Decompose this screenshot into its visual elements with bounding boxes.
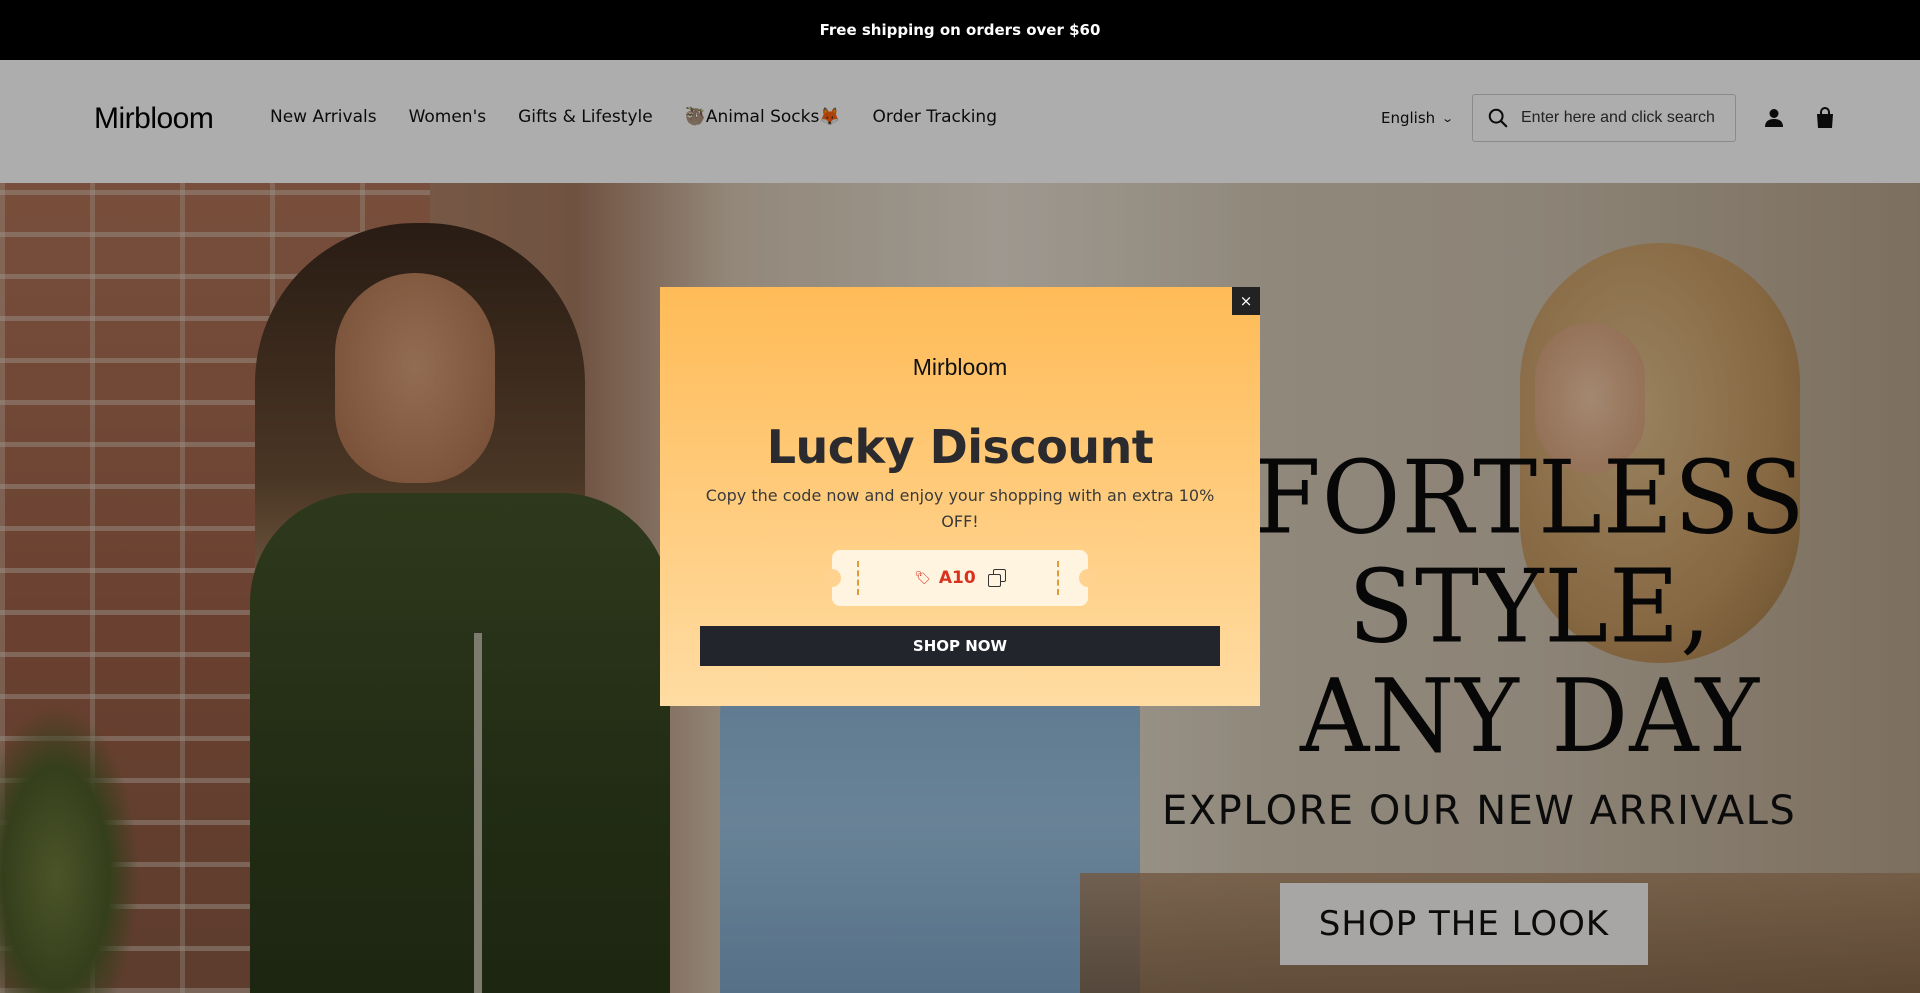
popup-logo: Mirbloom — [912, 354, 1008, 380]
coupon-divider-left — [857, 561, 859, 595]
announcement-bar: Free shipping on orders over $60 — [0, 0, 1920, 60]
tag-icon: 🏷 — [914, 570, 931, 586]
popup-title: Lucky Discount — [766, 420, 1154, 474]
close-icon[interactable]: × — [1232, 287, 1260, 315]
coupon-code: A10 — [938, 568, 976, 588]
copy-icon[interactable] — [987, 569, 1006, 587]
coupon-divider-right — [1057, 561, 1059, 595]
coupon-ticket[interactable]: 🏷 A10 — [823, 550, 1097, 606]
announcement-text: Free shipping on orders over $60 — [819, 21, 1101, 39]
shop-now-button[interactable]: SHOP NOW — [700, 626, 1220, 666]
popup-description: Copy the code now and enjoy your shoppin… — [705, 486, 1215, 531]
discount-popup: Mirbloom Lucky Discount Copy the code no… — [660, 287, 1260, 706]
